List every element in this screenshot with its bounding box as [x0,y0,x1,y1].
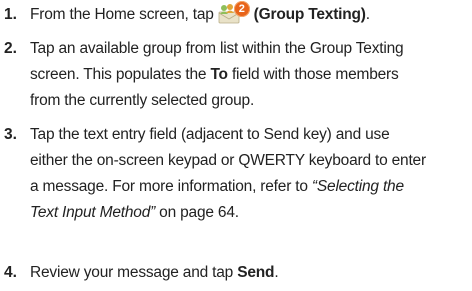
step-number: 1. [4,6,17,23]
step-text: Tap the text entry field (adjacent to Se… [30,122,466,226]
step-text-part: a message. For more information, refer t… [30,178,308,195]
badge-count: 2 [233,1,250,17]
step-text: Tap an available group from list within … [30,36,466,114]
step-text-bold: (Group Texting) [253,6,366,23]
step-text: Review your message and tap Send. [30,260,466,286]
step-text-part: on page 64. [155,204,239,221]
step-text-bold: Send [237,264,275,281]
step-text-bold: To [210,66,228,83]
step-text-part: screen. This populates the [30,66,207,83]
step-1: 1. From the Home screen, tap 2 (Group Tex… [0,1,472,28]
step-4: 4. Review your message and tap Send. [0,260,472,286]
step-2: 2. Tap an available group from list with… [0,36,472,114]
step-line: Tap an available group from list within … [30,40,404,57]
step-text-italic: Text Input Method” [30,204,156,221]
step-line: either the on-screen keypad or QWERTY ke… [30,152,426,169]
step-text-part: . [274,264,279,281]
step-number: 4. [4,264,17,281]
step-line: Text Input Method” on page 64. [30,200,466,226]
step-text-part: . [365,6,370,23]
step-text-part: From the Home screen, tap [30,6,214,23]
step-text-part: Review your message and tap [30,264,234,281]
group-texting-icon: 2 [217,1,251,24]
step-line: screen. This populates the To field with… [30,62,466,88]
step-number: 3. [4,126,17,143]
step-line: Tap the text entry field (adjacent to Se… [30,126,390,143]
step-text-italic: “Selecting the [311,178,404,195]
step-text-part: field with those members [231,66,399,83]
step-text: From the Home screen, tap 2 (Group Textin… [30,1,466,28]
step-line: from the currently selected group. [30,92,255,109]
step-line: a message. For more information, refer t… [30,174,466,200]
step-number: 2. [4,40,17,57]
step-3: 3. Tap the text entry field (adjacent to… [0,122,472,226]
